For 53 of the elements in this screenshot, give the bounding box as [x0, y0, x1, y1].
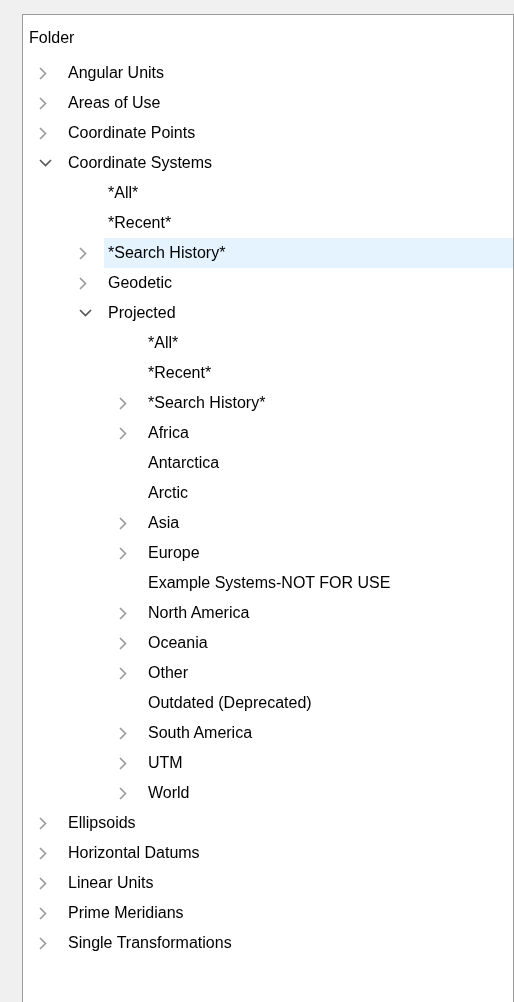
- tree-item[interactable]: Coordinate Points: [64, 118, 513, 148]
- chevron-right-icon[interactable]: [39, 876, 47, 890]
- chevron-right-icon[interactable]: [119, 786, 127, 800]
- tree-item[interactable]: *Search History*: [104, 238, 513, 268]
- tree-item[interactable]: *All*: [144, 328, 513, 358]
- chevron-right-icon[interactable]: [119, 666, 127, 680]
- chevron-right-icon[interactable]: [119, 516, 127, 530]
- tree-item[interactable]: Antarctica: [144, 448, 513, 478]
- tree-item[interactable]: Prime Meridians: [64, 898, 513, 928]
- chevron-right-icon[interactable]: [39, 96, 47, 110]
- tree-item[interactable]: *All*: [104, 178, 513, 208]
- tree-item[interactable]: Other: [144, 658, 513, 688]
- tree-item[interactable]: *Recent*: [104, 208, 513, 238]
- tree-item[interactable]: Single Transformations: [64, 928, 513, 958]
- chevron-right-icon[interactable]: [119, 606, 127, 620]
- tree-item[interactable]: Africa: [144, 418, 513, 448]
- panel-header: Folder: [28, 28, 75, 48]
- tree-item[interactable]: Horizontal Datums: [64, 838, 513, 868]
- chevron-right-icon[interactable]: [119, 636, 127, 650]
- tree-item[interactable]: Linear Units: [64, 868, 513, 898]
- tree-item[interactable]: *Recent*: [144, 358, 513, 388]
- chevron-right-icon[interactable]: [39, 846, 47, 860]
- tree-item[interactable]: Europe: [144, 538, 513, 568]
- chevron-right-icon[interactable]: [39, 126, 47, 140]
- tree-item[interactable]: Coordinate Systems: [64, 148, 513, 178]
- chevron-right-icon[interactable]: [119, 546, 127, 560]
- tree-item[interactable]: Example Systems-NOT FOR USE: [144, 568, 513, 598]
- chevron-right-icon[interactable]: [79, 246, 87, 260]
- tree-item[interactable]: Oceania: [144, 628, 513, 658]
- chevron-right-icon[interactable]: [119, 726, 127, 740]
- chevron-right-icon[interactable]: [39, 66, 47, 80]
- tree-item[interactable]: Areas of Use: [64, 88, 513, 118]
- tree-item[interactable]: World: [144, 778, 513, 808]
- chevron-right-icon[interactable]: [119, 756, 127, 770]
- tree-item[interactable]: North America: [144, 598, 513, 628]
- tree-item[interactable]: Asia: [144, 508, 513, 538]
- tree-item[interactable]: Projected: [104, 298, 513, 328]
- tree-item[interactable]: Outdated (Deprecated): [144, 688, 513, 718]
- tree-item[interactable]: South America: [144, 718, 513, 748]
- tree-item[interactable]: *Search History*: [144, 388, 513, 418]
- tree-item[interactable]: Angular Units: [64, 58, 513, 88]
- chevron-right-icon[interactable]: [39, 816, 47, 830]
- chevron-right-icon[interactable]: [119, 426, 127, 440]
- tree-item[interactable]: Ellipsoids: [64, 808, 513, 838]
- chevron-right-icon[interactable]: [39, 906, 47, 920]
- chevron-right-icon[interactable]: [79, 276, 87, 290]
- chevron-right-icon[interactable]: [119, 396, 127, 410]
- tree-item[interactable]: Geodetic: [104, 268, 513, 298]
- tree-item[interactable]: Arctic: [144, 478, 513, 508]
- chevron-down-icon[interactable]: [39, 159, 52, 167]
- chevron-right-icon[interactable]: [39, 936, 47, 950]
- tree-item[interactable]: UTM: [144, 748, 513, 778]
- chevron-down-icon[interactable]: [79, 309, 92, 317]
